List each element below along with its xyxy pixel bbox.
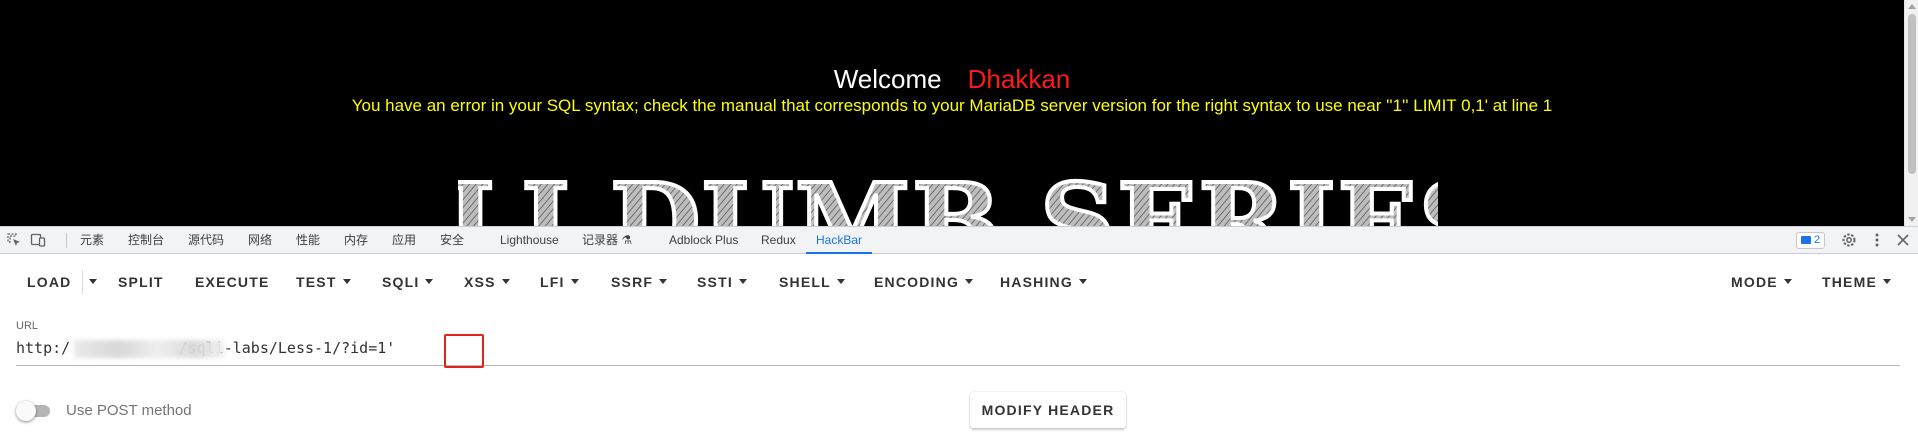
caret-down-icon bbox=[501, 279, 510, 284]
ssrf-label: SSRF bbox=[611, 274, 654, 290]
modify-header-button[interactable]: MODIFY HEADER bbox=[970, 392, 1126, 428]
caret-down-icon bbox=[659, 279, 668, 284]
load-options-dropdown[interactable] bbox=[84, 264, 102, 300]
issues-count: 2 bbox=[1814, 234, 1821, 246]
inspect-icon[interactable] bbox=[6, 232, 22, 248]
sqli-menu[interactable]: SQLI bbox=[382, 264, 434, 300]
xss-menu[interactable]: XSS bbox=[464, 264, 510, 300]
tab-hackbar[interactable]: HackBar bbox=[806, 227, 873, 254]
execute-label: EXECUTE bbox=[195, 274, 270, 290]
tab-console[interactable]: 控制台 bbox=[128, 227, 164, 254]
caret-down-icon bbox=[342, 279, 351, 284]
scroll-down-arrow-icon[interactable] bbox=[1908, 217, 1916, 222]
shell-label: SHELL bbox=[779, 274, 831, 290]
page-scrollbar[interactable] bbox=[1904, 0, 1918, 226]
page-viewport: Welcome Dhakkan You have an error in your… bbox=[0, 0, 1904, 226]
ssti-menu[interactable]: SSTI bbox=[697, 264, 747, 300]
welcome-label: Welcome bbox=[833, 64, 942, 94]
xss-label: XSS bbox=[464, 274, 496, 290]
encoding-label: ENCODING bbox=[874, 274, 960, 290]
post-method-toggle[interactable] bbox=[16, 399, 54, 423]
more-options-icon[interactable] bbox=[1868, 231, 1886, 249]
toolbar-separator bbox=[66, 233, 67, 248]
welcome-line: Welcome Dhakkan bbox=[0, 64, 1904, 94]
lfi-label: LFI bbox=[540, 274, 565, 290]
tab-adblock-plus[interactable]: Adblock Plus bbox=[669, 227, 738, 254]
scroll-up-arrow-icon[interactable] bbox=[1908, 4, 1916, 9]
load-button[interactable]: LOAD bbox=[27, 264, 71, 300]
theme-menu[interactable]: THEME bbox=[1822, 264, 1891, 300]
shell-menu[interactable]: SHELL bbox=[779, 264, 845, 300]
user-name: Dhakkan bbox=[967, 64, 1071, 94]
ssti-label: SSTI bbox=[697, 274, 733, 290]
sqli-label: SQLI bbox=[382, 274, 420, 290]
load-label: LOAD bbox=[27, 274, 72, 290]
sqli-dumb-series-banner: SQLI DUMB SERIES-1 bbox=[458, 166, 1438, 226]
devtools-tab-bar: 元素 控制台 源代码 网络 性能 内存 应用 安全 Lighthouse 记录器… bbox=[0, 226, 1918, 254]
encoding-menu[interactable]: ENCODING bbox=[874, 264, 974, 300]
tab-memory[interactable]: 内存 bbox=[344, 227, 368, 254]
tab-lighthouse[interactable]: Lighthouse bbox=[500, 227, 559, 254]
toggle-knob bbox=[16, 401, 36, 421]
quote-highlight-annotation bbox=[444, 334, 484, 368]
issues-icon bbox=[1801, 236, 1811, 244]
post-method-label: Use POST method bbox=[66, 402, 192, 419]
tab-redux[interactable]: Redux bbox=[761, 227, 796, 254]
caret-down-icon bbox=[738, 279, 747, 284]
hashing-menu[interactable]: HASHING bbox=[1000, 264, 1087, 300]
caret-down-icon bbox=[1883, 279, 1891, 284]
close-icon[interactable] bbox=[1894, 231, 1912, 249]
settings-gear-icon[interactable] bbox=[1840, 231, 1858, 249]
tab-elements[interactable]: 元素 bbox=[80, 227, 104, 254]
device-toolbar-icon[interactable] bbox=[30, 232, 46, 248]
banner-text: SQLI DUMB SERIES-1 bbox=[458, 166, 1438, 226]
split-button[interactable]: SPLIT bbox=[118, 264, 164, 300]
hashing-label: HASHING bbox=[1000, 274, 1073, 290]
lfi-menu[interactable]: LFI bbox=[540, 264, 579, 300]
redacted-host-blur bbox=[74, 340, 224, 358]
caret-down-icon bbox=[570, 279, 579, 284]
tab-performance[interactable]: 性能 bbox=[296, 227, 320, 254]
load-divider bbox=[82, 270, 83, 294]
ssrf-menu[interactable]: SSRF bbox=[611, 264, 668, 300]
hackbar-panel: LOAD SPLIT EXECUTE TEST SQLI XSS LFI SSR… bbox=[0, 254, 1918, 438]
issues-badge[interactable]: 2 bbox=[1796, 232, 1826, 249]
sql-error-message: You have an error in your SQL syntax; ch… bbox=[351, 96, 1553, 115]
url-input[interactable]: http:/ /sqli-labs/Less-1/?id=1' bbox=[16, 336, 1900, 366]
caret-down-icon bbox=[965, 279, 974, 284]
test-label: TEST bbox=[296, 274, 337, 290]
split-label: SPLIT bbox=[118, 274, 164, 290]
test-menu[interactable]: TEST bbox=[296, 264, 351, 300]
url-field-label: URL bbox=[16, 320, 39, 332]
hackbar-toolbar: LOAD SPLIT EXECUTE TEST SQLI XSS LFI SSR… bbox=[0, 264, 1918, 300]
tab-application[interactable]: 应用 bbox=[392, 227, 416, 254]
tab-security[interactable]: 安全 bbox=[440, 227, 464, 254]
scroll-thumb[interactable] bbox=[1908, 14, 1916, 174]
execute-button[interactable]: EXECUTE bbox=[195, 264, 270, 300]
tab-sources[interactable]: 源代码 bbox=[188, 227, 224, 254]
tab-network[interactable]: 网络 bbox=[248, 227, 272, 254]
caret-down-icon bbox=[425, 279, 434, 284]
mode-menu[interactable]: MODE bbox=[1731, 264, 1792, 300]
caret-down-icon bbox=[1078, 279, 1087, 284]
tab-recorder[interactable]: 记录器 ⚗ bbox=[582, 227, 632, 254]
caret-down-icon bbox=[836, 279, 845, 284]
caret-down-icon bbox=[89, 279, 97, 284]
mode-label: MODE bbox=[1731, 274, 1778, 290]
theme-label: THEME bbox=[1822, 274, 1877, 290]
caret-down-icon bbox=[1783, 279, 1792, 284]
